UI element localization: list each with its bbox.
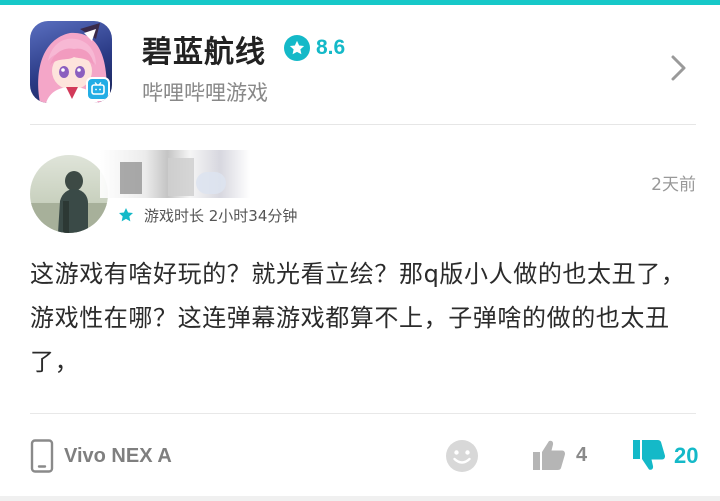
like-count: 4	[576, 443, 588, 466]
username-blur	[196, 172, 226, 194]
phone-icon	[30, 439, 54, 473]
thumbs-down-icon	[633, 440, 666, 470]
device-info: Vivo NEX A	[30, 437, 172, 475]
dislike-button[interactable]: 20	[632, 436, 698, 476]
chevron-right-icon[interactable]	[668, 53, 690, 83]
smiley-icon[interactable]	[445, 439, 479, 473]
star-icon	[284, 35, 310, 61]
app-publisher: 哔哩哔哩游戏	[142, 81, 268, 105]
divider	[30, 124, 696, 125]
username-blur	[168, 158, 194, 196]
bilibili-tv-icon	[91, 82, 105, 95]
play-time: 游戏时长 2小时34分钟	[118, 205, 297, 225]
bilibili-badge	[86, 77, 110, 101]
avatar-photo	[30, 171, 108, 233]
divider	[30, 413, 696, 414]
app-title: 碧蓝航线	[142, 35, 266, 70]
rating: 8.6	[284, 33, 345, 63]
bottom-separator	[0, 496, 720, 501]
dislike-count: 20	[674, 443, 699, 468]
review-text: 这游戏有啥好玩的？就光看立绘？那q版小人做的也太丑了，游戏性在哪？这连弹幕游戏都…	[30, 260, 686, 376]
username-blur	[120, 162, 142, 194]
rating-value: 8.6	[316, 36, 346, 59]
device-label: Vivo NEX A	[64, 444, 172, 467]
avatar[interactable]	[30, 155, 108, 233]
app-header[interactable]: 碧蓝航线 8.6 哔哩哔哩游戏	[0, 5, 720, 124]
like-button[interactable]: 4	[532, 436, 587, 474]
star-icon	[119, 208, 133, 222]
app-icon[interactable]	[30, 21, 112, 103]
review-time: 2天前	[651, 175, 696, 195]
play-time-label: 游戏时长 2小时34分钟	[144, 206, 298, 225]
thumbs-up-icon	[533, 440, 566, 470]
